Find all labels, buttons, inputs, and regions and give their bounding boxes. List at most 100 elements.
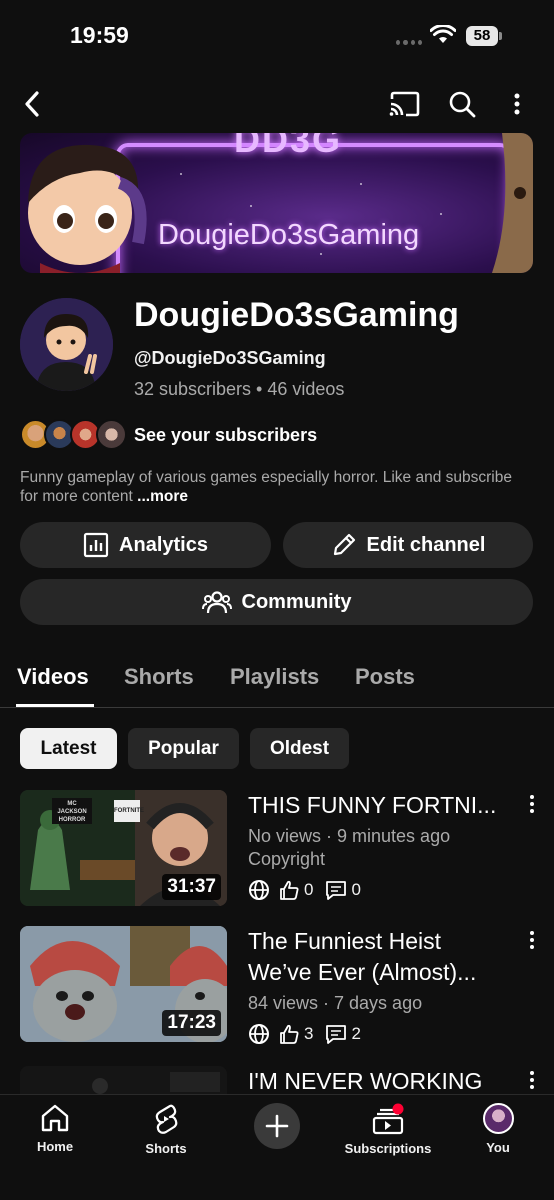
- video-stats: 0 0: [248, 879, 361, 901]
- video-item[interactable]: I'M NEVER WORKING: [0, 1066, 554, 1094]
- banner-logo-text: DD3G: [234, 133, 343, 160]
- tab-videos[interactable]: Videos: [17, 664, 89, 690]
- search-icon: [449, 91, 476, 118]
- nav-home-label: Home: [36, 1139, 74, 1154]
- globe-icon: [249, 1024, 269, 1044]
- top-bar: [0, 80, 554, 130]
- video-more-icon[interactable]: [526, 1070, 538, 1090]
- description-text: Funny gameplay of various games especial…: [20, 469, 512, 505]
- video-visibility-status: Copyright: [248, 849, 326, 869]
- analytics-label: Analytics: [119, 533, 208, 556]
- more-vert-icon: [514, 93, 520, 115]
- profile-avatar: [482, 1103, 514, 1134]
- subscriber-avatars[interactable]: [20, 419, 130, 451]
- nav-subscriptions[interactable]: Subscriptions: [342, 1103, 434, 1163]
- video-meta: 84 views · 7 days ago: [248, 993, 423, 1013]
- back-button[interactable]: [14, 84, 50, 124]
- video-more-icon[interactable]: [526, 794, 538, 814]
- video-thumbnail[interactable]: [20, 1066, 227, 1094]
- video-item[interactable]: 17:23 The Funniest Heist We’ve Ever (Alm…: [0, 926, 554, 1044]
- channel-tabs: Videos Shorts Playlists Posts: [0, 654, 554, 708]
- video-title[interactable]: The Funniest Heist We’ve Ever (Almost)..…: [248, 926, 518, 988]
- video-more-icon[interactable]: [526, 930, 538, 950]
- like-count: 3: [304, 1024, 314, 1043]
- edit-channel-label: Edit channel: [366, 533, 486, 556]
- comment-count: 2: [351, 1024, 361, 1043]
- subscriber-avatar: [96, 419, 127, 450]
- thumbnail-badge-line: HORROR: [58, 817, 86, 823]
- nav-shorts[interactable]: Shorts: [121, 1103, 211, 1163]
- comment-count: 0: [351, 880, 361, 899]
- tab-shorts[interactable]: Shorts: [124, 664, 194, 690]
- tab-posts[interactable]: Posts: [355, 664, 415, 690]
- nav-subscriptions-label: Subscriptions: [344, 1141, 432, 1156]
- back-arrow-icon: [25, 91, 39, 117]
- wifi-icon: [430, 25, 456, 43]
- community-icon: [201, 591, 232, 614]
- bottom-nav: Home Shorts Subscriptions You: [0, 1094, 554, 1200]
- cast-icon: [389, 91, 420, 117]
- more-options-button[interactable]: [504, 86, 530, 122]
- video-stats: 3 2: [248, 1023, 361, 1045]
- like-count: 0: [304, 880, 314, 899]
- like-icon: [280, 1024, 299, 1044]
- community-button[interactable]: Community: [20, 579, 533, 625]
- tab-playlists[interactable]: Playlists: [230, 664, 319, 690]
- video-title[interactable]: I'M NEVER WORKING: [248, 1066, 518, 1094]
- video-title-line: We’ve Ever (Almost)...: [248, 959, 477, 985]
- home-icon: [41, 1104, 69, 1132]
- active-tab-indicator: [16, 704, 94, 707]
- banner-name-text: DougieDo3sGaming: [158, 219, 420, 251]
- edit-channel-button[interactable]: Edit channel: [283, 522, 533, 568]
- comment-icon: [326, 881, 347, 900]
- status-bar: 19:59 58: [0, 0, 554, 72]
- thumbnail-badge-line: MC JACKSON: [57, 801, 87, 815]
- nav-you-label: You: [486, 1140, 510, 1155]
- comment-icon: [326, 1025, 347, 1044]
- description-more-link[interactable]: ...more: [137, 488, 188, 505]
- banner-character-art: [28, 144, 147, 273]
- pencil-icon: [333, 533, 355, 556]
- filter-chip-latest[interactable]: Latest: [20, 728, 117, 769]
- video-title-line: The Funniest Heist: [248, 928, 442, 954]
- channel-handle: @DougieDo3SGaming: [134, 348, 326, 368]
- video-title[interactable]: THIS FUNNY FORTNI...: [248, 790, 518, 821]
- channel-description[interactable]: Funny gameplay of various games especial…: [20, 468, 520, 506]
- banner-pet-art: [492, 133, 533, 273]
- status-time: 19:59: [70, 22, 129, 48]
- globe-icon: [249, 880, 269, 900]
- nav-shorts-label: Shorts: [145, 1141, 187, 1156]
- analytics-button[interactable]: Analytics: [20, 522, 271, 568]
- channel-title: DougieDo3sGaming: [134, 296, 459, 334]
- video-item[interactable]: MC JACKSON HORROR FORTNITE 31:37 THIS FU…: [0, 790, 554, 908]
- see-subscribers-link[interactable]: See your subscribers: [134, 425, 317, 446]
- plus-icon: [265, 1114, 289, 1138]
- video-duration: 31:37: [162, 874, 221, 900]
- channel-avatar[interactable]: [20, 298, 113, 391]
- cellular-signal-icon: [396, 40, 422, 46]
- community-label: Community: [241, 590, 352, 613]
- shorts-icon: [155, 1104, 178, 1134]
- video-duration: 17:23: [162, 1010, 221, 1036]
- thumbnail-badge-line: FORTNITE: [114, 808, 144, 814]
- thumbnail-art: [20, 1066, 227, 1094]
- battery-indicator: 58: [466, 26, 498, 46]
- search-button[interactable]: [444, 86, 480, 122]
- thumbnail-badge: MC JACKSON HORROR: [52, 798, 92, 824]
- create-button[interactable]: [254, 1103, 300, 1149]
- video-meta: No views · 9 minutes ago: [248, 826, 451, 846]
- channel-stats: 32 subscribers • 46 videos: [134, 379, 345, 399]
- video-thumbnail[interactable]: MC JACKSON HORROR FORTNITE 31:37: [20, 790, 227, 906]
- filter-chip-popular[interactable]: Popular: [128, 728, 239, 769]
- avatar-character-art: [20, 298, 113, 391]
- nav-you[interactable]: You: [453, 1103, 543, 1163]
- banner-neon-frame: [116, 143, 512, 273]
- nav-home[interactable]: Home: [10, 1103, 100, 1163]
- subscriptions-icon: [372, 1103, 404, 1135]
- cast-button[interactable]: [386, 86, 422, 122]
- thumbnail-badge: FORTNITE: [114, 800, 144, 822]
- battery-tip: [499, 32, 502, 40]
- video-thumbnail[interactable]: 17:23: [20, 926, 227, 1042]
- analytics-icon: [83, 532, 109, 558]
- filter-chip-oldest[interactable]: Oldest: [250, 728, 349, 769]
